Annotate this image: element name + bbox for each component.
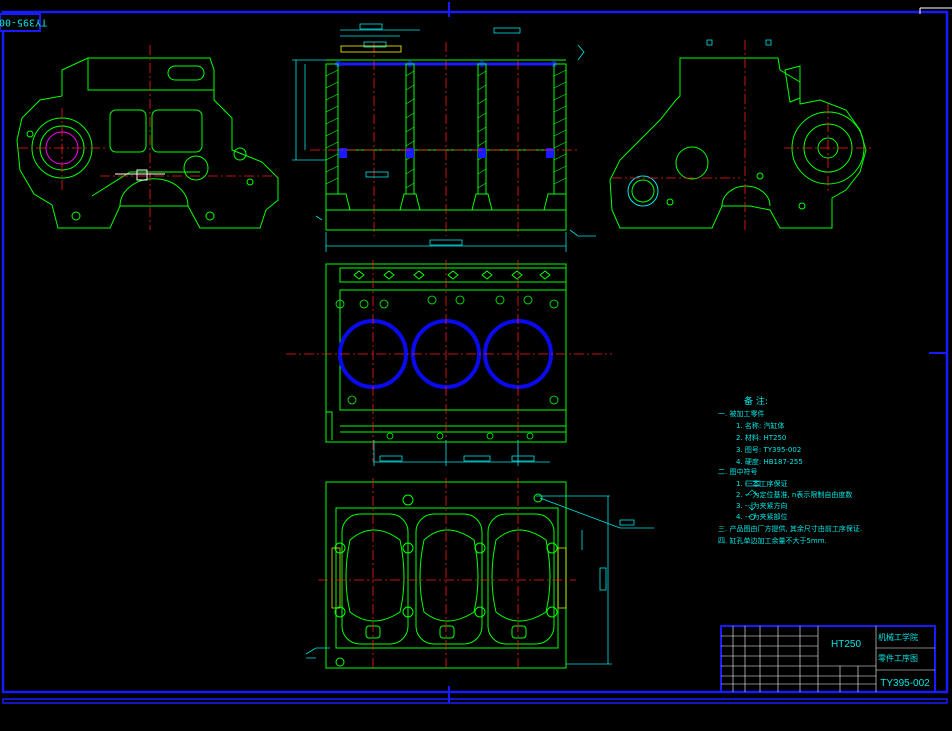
notes-line-5: 4. 硬度: HB187-255 bbox=[736, 457, 803, 466]
notes-line-2: 1. 名称: 汽缸体 bbox=[736, 421, 785, 430]
title-block-material: HT250 bbox=[831, 639, 861, 650]
title-block-school: 机械工学院 bbox=[878, 632, 918, 642]
notes-line-4: 3. 图号: TY395-002 bbox=[736, 446, 801, 454]
notes-line-10: 4. ---为夹紧部位 bbox=[736, 512, 787, 521]
corner-tag: TY395-002 bbox=[0, 13, 47, 32]
notes-line-11: 三. 产品图由厂方提供, 其余尺寸由前工序保证. bbox=[718, 524, 862, 533]
notes-line-6: 二. 图中符号 bbox=[718, 467, 757, 476]
front-blue-mark-3 bbox=[478, 148, 486, 158]
notes-line-9: 3. ---为夹紧方向 bbox=[736, 501, 787, 510]
title-block-drawing-number: TY395-002 bbox=[880, 678, 930, 689]
notes-line-1: 一. 被加工零件 bbox=[718, 409, 764, 418]
corner-tag-text: TY395-002 bbox=[0, 17, 47, 28]
front-blue-mark-4 bbox=[546, 148, 554, 158]
notes-line-7: 1. ---本工序保证 bbox=[736, 479, 787, 488]
title-block-drawing-name: 零件工序图 bbox=[878, 653, 918, 663]
front-blue-mark-1 bbox=[339, 148, 347, 158]
notes-title: 备 注: bbox=[744, 395, 768, 407]
front-blue-mark-2 bbox=[406, 148, 414, 158]
cad-drawing-canvas: TY395-002 bbox=[0, 0, 952, 731]
notes-line-3: 2. 材料: HT250 bbox=[736, 433, 786, 442]
notes-line-12: 四. 缸孔单边加工余量不大于5mm. bbox=[718, 536, 827, 545]
